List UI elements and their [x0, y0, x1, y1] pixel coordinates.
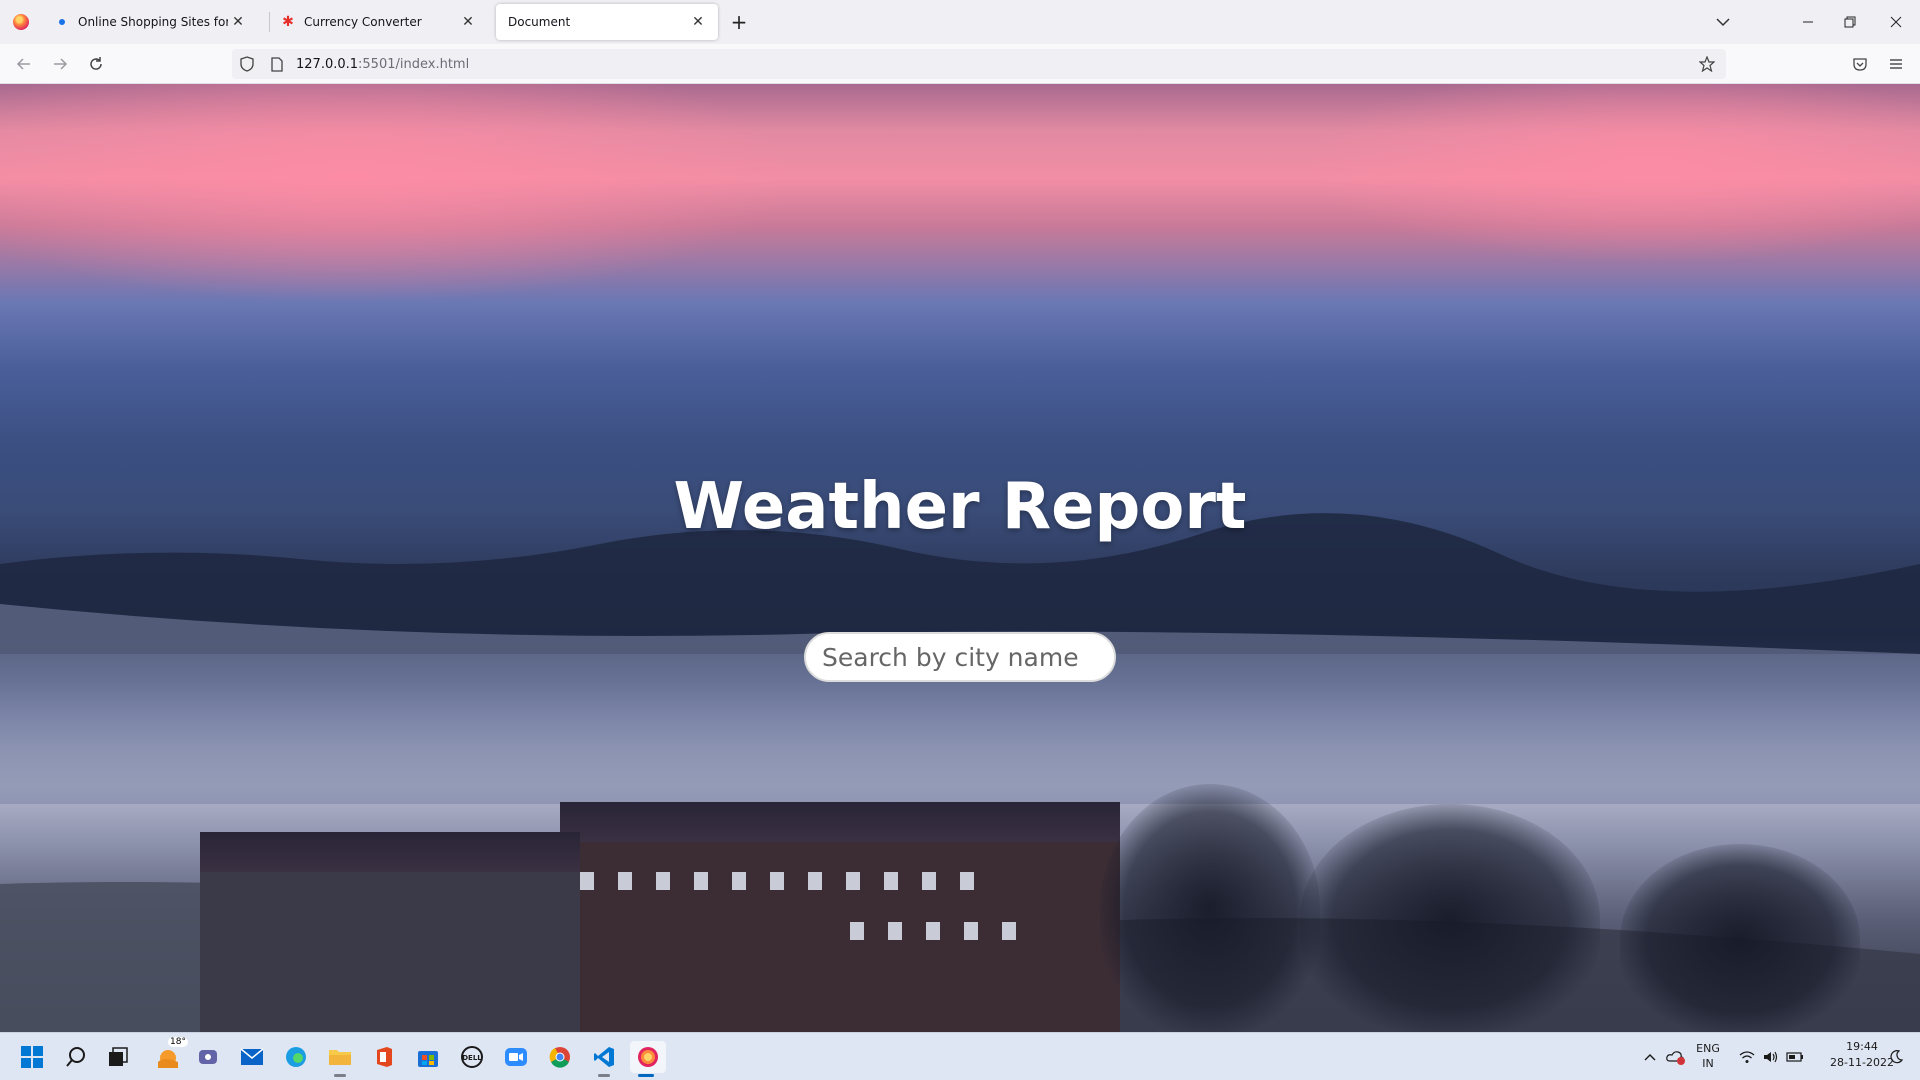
url-path: :5501/index.html: [358, 56, 470, 72]
page-title: Weather Report: [673, 470, 1247, 544]
close-tab-icon[interactable]: ✕: [458, 14, 478, 30]
mail-icon[interactable]: [236, 1041, 268, 1073]
url-text[interactable]: 127.0.0.1:5501/index.html: [296, 57, 469, 72]
address-bar[interactable]: 127.0.0.1:5501/index.html: [232, 49, 1726, 79]
edge-icon[interactable]: [280, 1041, 312, 1073]
red-asterisk-icon: ✱: [282, 14, 294, 30]
url-host: 127.0.0.1: [296, 56, 359, 72]
blue-dot-icon: [54, 14, 70, 30]
chrome-icon[interactable]: [544, 1041, 576, 1073]
forward-arrow-icon[interactable]: [48, 52, 72, 76]
navigation-toolbar: 127.0.0.1:5501/index.html: [0, 44, 1920, 84]
search-icon[interactable]: [60, 1041, 92, 1073]
tree-silhouette: [1620, 844, 1860, 1032]
weather-temp-badge: 18°: [168, 1037, 188, 1047]
onedrive-error-icon[interactable]: [1664, 1033, 1688, 1080]
pocket-icon[interactable]: [1848, 52, 1872, 76]
windows-taskbar: 18° DELL ENG IN 19:44 28-11-2022: [0, 1032, 1920, 1080]
tab-online-shopping[interactable]: Online Shopping Sites for Mobi ✕: [44, 4, 258, 40]
hamburger-menu-icon[interactable]: [1884, 52, 1908, 76]
reload-icon[interactable]: [84, 52, 108, 76]
close-window-icon[interactable]: [1874, 0, 1918, 44]
pink-cloud: [0, 84, 800, 304]
language-region: IN: [1702, 1057, 1714, 1070]
minimize-window-icon[interactable]: [1788, 0, 1828, 44]
list-all-tabs-icon[interactable]: [1710, 0, 1736, 44]
focus-assist-moon-icon[interactable]: [1884, 1033, 1908, 1080]
city-search-input[interactable]: [804, 632, 1116, 682]
windows-start-icon[interactable]: [16, 1041, 48, 1073]
weather-widget-icon[interactable]: 18°: [148, 1037, 188, 1073]
volume-icon[interactable]: [1760, 1033, 1782, 1080]
page-viewport: Weather Report: [0, 84, 1920, 1032]
tree-silhouette: [1300, 804, 1600, 1032]
vscode-icon[interactable]: [588, 1041, 620, 1077]
bookmark-star-icon[interactable]: [1692, 56, 1722, 72]
office-icon[interactable]: [368, 1041, 400, 1073]
show-hidden-icons-chevron-icon[interactable]: [1640, 1033, 1660, 1080]
house-building: [560, 802, 1120, 1032]
zoom-icon[interactable]: [500, 1041, 532, 1073]
tree-silhouette: [1100, 784, 1320, 1032]
close-tab-icon[interactable]: ✕: [688, 14, 708, 30]
tab-currency-converter[interactable]: ✱ Currency Converter ✕: [270, 4, 488, 40]
file-explorer-icon[interactable]: [324, 1041, 356, 1077]
tab-title: Currency Converter: [304, 15, 422, 29]
new-tab-plus-icon[interactable]: +: [726, 0, 752, 44]
pink-cloud: [1300, 84, 1920, 264]
back-arrow-icon[interactable]: [12, 52, 36, 76]
close-tab-icon[interactable]: ✕: [228, 14, 248, 30]
firefox-icon[interactable]: [630, 1041, 666, 1077]
tab-bar: Online Shopping Sites for Mobi ✕ ✱ Curre…: [0, 0, 1920, 44]
teams-chat-icon[interactable]: [192, 1041, 224, 1073]
firefox-menu-icon[interactable]: [0, 0, 42, 44]
restore-window-icon[interactable]: [1830, 0, 1870, 44]
task-view-icon[interactable]: [102, 1041, 134, 1073]
svg-text:DELL: DELL: [462, 1054, 482, 1062]
shield-icon[interactable]: [232, 56, 262, 72]
store-icon[interactable]: [412, 1041, 444, 1073]
battery-icon[interactable]: [1784, 1033, 1806, 1080]
page-info-icon[interactable]: [262, 56, 292, 72]
input-language-indicator[interactable]: ENG IN: [1690, 1041, 1726, 1071]
tab-title: Document: [508, 15, 571, 29]
tab-document[interactable]: Document ✕: [496, 4, 718, 40]
tab-title: Online Shopping Sites for Mobi: [78, 15, 228, 29]
dell-icon[interactable]: DELL: [456, 1041, 488, 1073]
house-building: [200, 832, 580, 1032]
language-code: ENG: [1696, 1042, 1720, 1055]
wifi-icon[interactable]: [1736, 1033, 1758, 1080]
